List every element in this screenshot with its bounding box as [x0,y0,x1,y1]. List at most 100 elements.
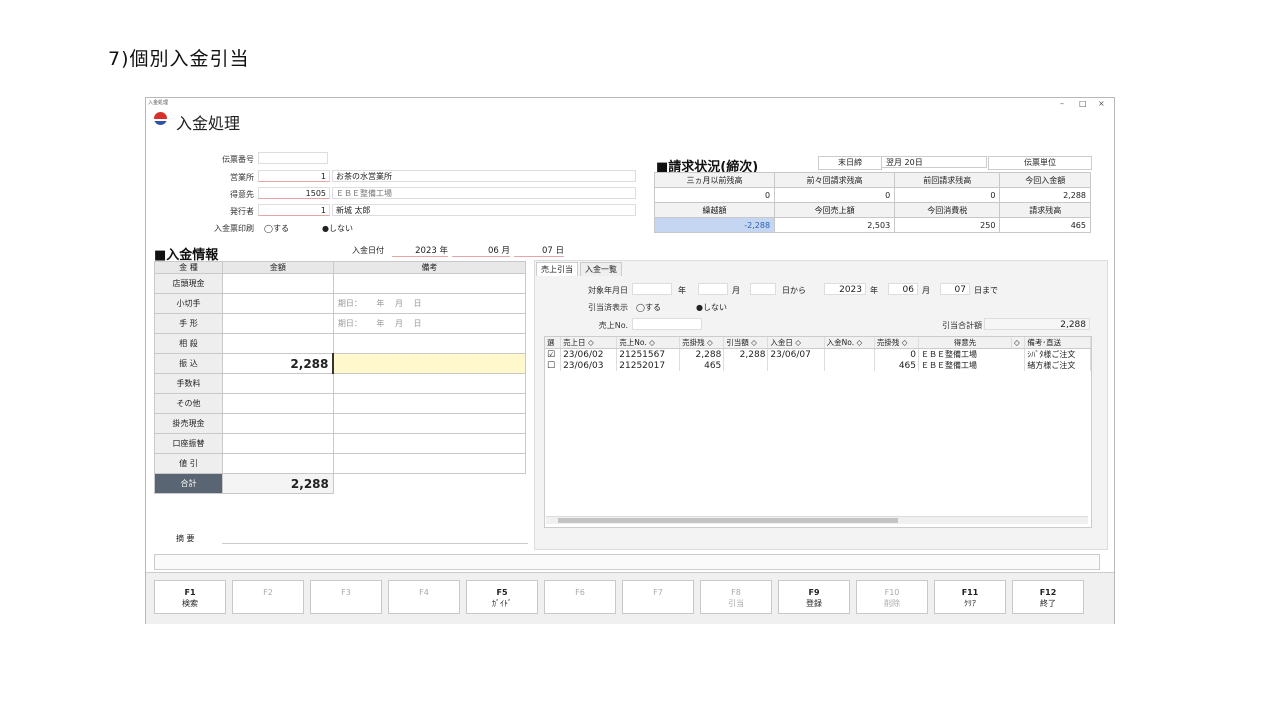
issuer-name: 新城 太郎 [332,204,636,216]
amount-input[interactable] [221,393,334,414]
print-no-radio[interactable]: ●しない [322,223,353,234]
kind-label: 値 引 [154,453,223,474]
summary-label: 摘 要 [176,534,195,543]
amount-input[interactable] [221,433,334,454]
alloc-total-label: 引当合計額 [942,321,982,330]
amount-input[interactable] [221,333,334,354]
office-label: 営業所 [230,173,254,182]
fkey-f5-button[interactable]: F5 ｶﾞｲﾄﾞ [466,580,538,614]
to-day-input[interactable]: 07 [940,283,970,295]
sales-no-input[interactable] [632,318,702,330]
amount-input[interactable] [221,413,334,434]
cell-pay-date: 23/06/07 [767,348,825,360]
table-row[interactable]: ☐ 23/06/03 21252017 465 465 ＥＢＥ整備工場 緒方様ご… [545,360,1091,371]
horizontal-scrollbar[interactable] [546,516,1088,524]
amount-input[interactable] [221,453,334,474]
scrollbar-thumb[interactable] [558,518,898,523]
grid-header[interactable]: 得意先 [918,337,1013,349]
to-year-input[interactable]: 2023 [824,283,866,295]
amount-input[interactable] [221,273,334,294]
note-input[interactable] [332,413,527,434]
billing-value: 2,288 [999,187,1091,203]
window-title: 入金処理 [176,114,241,133]
table-row[interactable]: ☑ 23/06/02 21251567 2,288 2,288 23/06/07… [545,348,1091,360]
note-input[interactable] [332,393,527,414]
amount-input[interactable]: 2,288 [221,353,334,374]
fkey-f3-button[interactable]: F3 [310,580,382,614]
billing-value: 465 [999,217,1091,233]
grid-header[interactable]: 入金日 ◇ [767,337,825,349]
note-input[interactable]: 期日： 年 月 日 [332,313,527,334]
payment-month-input[interactable]: 06 月 [452,244,510,257]
tab-payment-list[interactable]: 入金一覧 [580,262,622,276]
from-year-input[interactable] [632,283,672,295]
grid-header[interactable]: 引当額 ◇ [723,337,769,349]
grid-header[interactable]: 売上日 ◇ [560,337,618,349]
fkey-f6-button[interactable]: F6 [544,580,616,614]
grid-header[interactable]: 備考･直送 [1024,337,1091,349]
issuer-code-input[interactable]: 1 [258,204,330,216]
note-input[interactable] [332,453,527,474]
tab-sales-alloc[interactable]: 売上引当 [536,262,578,276]
summary-input[interactable] [222,532,528,544]
fkey-f7-button[interactable]: F7 [622,580,694,614]
fkey-f11-button[interactable]: F11 ｸﾘｱ [934,580,1006,614]
from-month-input[interactable] [698,283,728,295]
cell-customer: ＥＢＥ整備工場 [918,348,1026,360]
row-checkbox[interactable]: ☐ [545,360,562,371]
cell-alloc [723,360,769,371]
payment-month: 06 [487,246,499,256]
cell-pay-no [824,360,875,371]
to-month-input[interactable]: 06 [888,283,918,295]
row-checkbox[interactable]: ☑ [545,348,562,360]
fkey-f1-button[interactable]: F1 検索 [154,580,226,614]
customer-label: 得意先 [230,190,254,199]
slip-no-input[interactable] [258,152,328,164]
grid-header[interactable]: 売掛残 ◇ [679,337,725,349]
billing-value: 0 [774,187,896,203]
cell-alloc: 2,288 [723,348,769,360]
grid-header[interactable]: 売掛残 ◇ [874,337,920,349]
from-day-input[interactable] [750,283,776,295]
col-note: 備考 [332,261,527,274]
note-input[interactable] [332,433,527,454]
note-input[interactable]: 期日： 年 月 日 [332,293,527,314]
amount-input[interactable] [221,293,334,314]
alloc-total: 2,288 [984,318,1090,330]
grid-header[interactable]: ◇ [1011,337,1026,349]
payment-day-input[interactable]: 07 日 [514,244,564,257]
show-yes-radio[interactable]: ◯する [636,302,661,313]
billing-value: 2,503 [774,217,896,233]
payment-year-input[interactable]: 2023 年 [392,244,448,257]
fkey-label: F12 [1039,588,1057,597]
note-input[interactable] [332,333,527,354]
office-code-input[interactable]: 1 [258,170,330,182]
fkey-f2-button[interactable]: F2 [232,580,304,614]
cell-customer: ＥＢＥ整備工場 [918,360,1026,371]
close-button[interactable]: × [1098,99,1105,108]
fkey-f4-button[interactable]: F4 [388,580,460,614]
payment-day: 翌月 20日 [881,156,987,168]
grid-header[interactable]: 入金No. ◇ [824,337,875,349]
show-allocated-label: 引当済表示 [588,303,628,312]
sales-grid: 選 売上日 ◇ 売上No. ◇ 売掛残 ◇ 引当額 ◇ 入金日 ◇ 入金No. … [544,336,1092,528]
note-input[interactable] [332,373,527,394]
note-input[interactable] [332,273,527,294]
fkey-f12-button[interactable]: F12 終了 [1012,580,1084,614]
fkey-f10-button[interactable]: F10 削除 [856,580,928,614]
grid-header[interactable]: 選 [545,337,562,349]
customer-code-input[interactable]: 1505 [258,187,330,199]
maximize-button[interactable]: □ [1079,99,1087,108]
amount-input[interactable] [221,313,334,334]
note-input-active[interactable] [332,353,527,374]
cell-note: 緒方様ご注文 [1024,360,1091,371]
amount-input[interactable] [221,373,334,394]
minimize-button[interactable]: – [1060,99,1064,108]
grid-header[interactable]: 売上No. ◇ [616,337,681,349]
print-yes-radio[interactable]: ◯する [264,223,289,234]
payment-day: 07 [541,246,553,256]
fkey-f8-button[interactable]: F8 引当 [700,580,772,614]
fkey-caption: 削除 [884,599,900,608]
show-no-radio[interactable]: ●しない [696,302,727,313]
fkey-f9-button[interactable]: F9 登録 [778,580,850,614]
